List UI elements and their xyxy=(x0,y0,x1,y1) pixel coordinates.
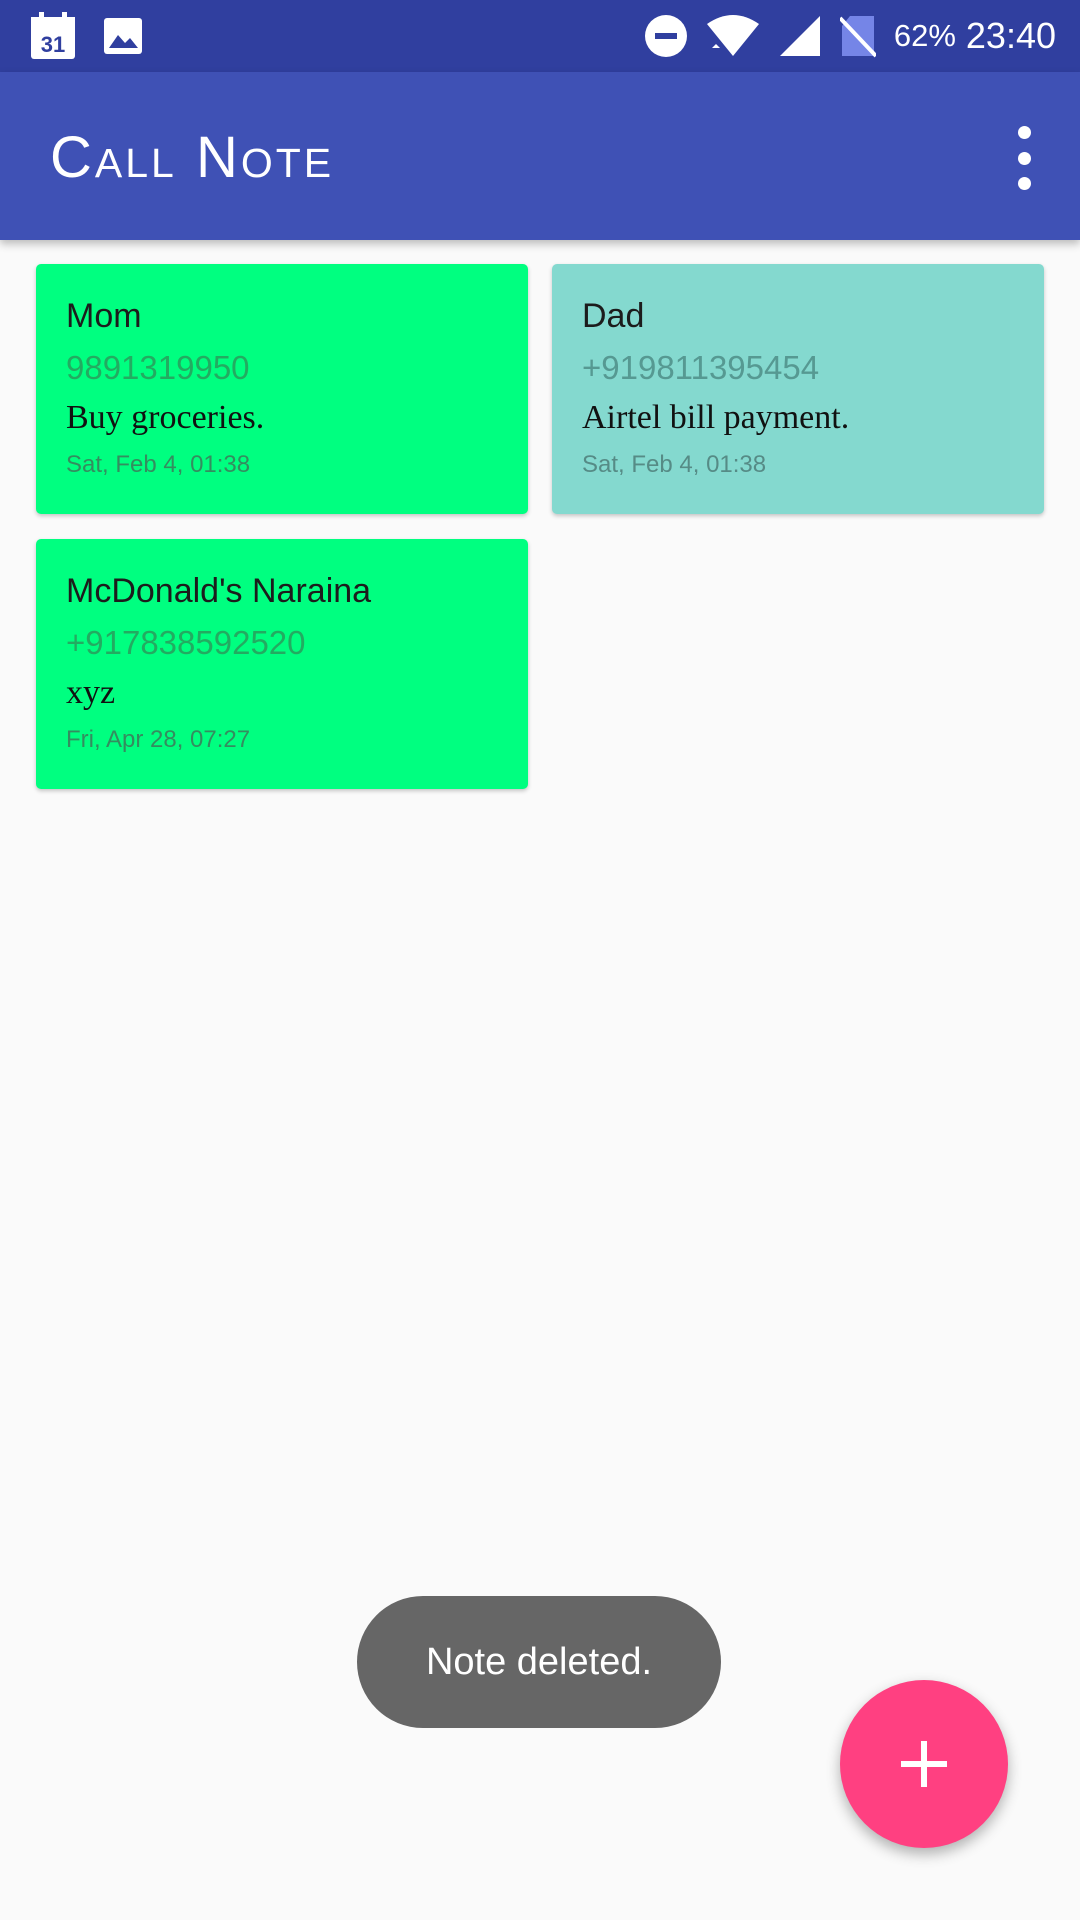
note-card-dad[interactable]: Dad +919811395454 Airtel bill payment. S… xyxy=(552,264,1044,514)
note-text: xyz xyxy=(66,674,116,711)
note-phone-number: 9891319950 xyxy=(66,349,250,386)
add-note-button[interactable] xyxy=(840,1680,1008,1848)
signal-icon xyxy=(778,14,822,58)
clock: 23:40 xyxy=(965,15,1056,56)
note-card-mom[interactable]: Mom 9891319950 Buy groceries. Sat, Feb 4… xyxy=(36,264,528,514)
wifi-icon xyxy=(706,14,760,58)
no-sim-icon xyxy=(839,14,876,58)
menu-dot xyxy=(1017,151,1031,165)
calendar-icon: 31 xyxy=(30,12,76,60)
image-icon xyxy=(102,16,144,56)
menu-dot xyxy=(1017,177,1031,190)
note-timestamp: Fri, Apr 28, 07:27 xyxy=(66,726,251,753)
note-text: Airtel bill payment. xyxy=(582,399,850,436)
battery-level: 62% xyxy=(893,18,956,53)
note-phone-number: +919811395454 xyxy=(582,349,820,386)
more-vert-icon[interactable] xyxy=(1002,126,1046,190)
note-contact-name: Mom xyxy=(66,297,142,335)
app-bar: Call Note xyxy=(0,72,1080,240)
note-contact-name: Dad xyxy=(582,297,645,335)
menu-dot xyxy=(1017,126,1031,139)
calendar-day: 31 xyxy=(41,32,65,57)
status-bar-right: 62% 23:40 xyxy=(626,12,1056,60)
note-timestamp: Sat, Feb 4, 01:38 xyxy=(66,451,251,478)
toast-message: Note deleted. xyxy=(357,1596,721,1728)
do-not-disturb-icon xyxy=(644,14,688,58)
note-timestamp: Sat, Feb 4, 01:38 xyxy=(582,451,767,478)
note-phone-number: +917838592520 xyxy=(66,624,306,661)
note-card-mcdonalds[interactable]: McDonald's Naraina +917838592520 xyz Fri… xyxy=(36,539,528,789)
note-text: Buy groceries. xyxy=(66,399,265,436)
app-title: Call Note xyxy=(50,125,335,190)
note-contact-name: McDonald's Naraina xyxy=(66,572,372,610)
status-bar-left: 31 xyxy=(30,12,144,60)
status-bar: 31 62% 23:40 xyxy=(0,0,1080,72)
